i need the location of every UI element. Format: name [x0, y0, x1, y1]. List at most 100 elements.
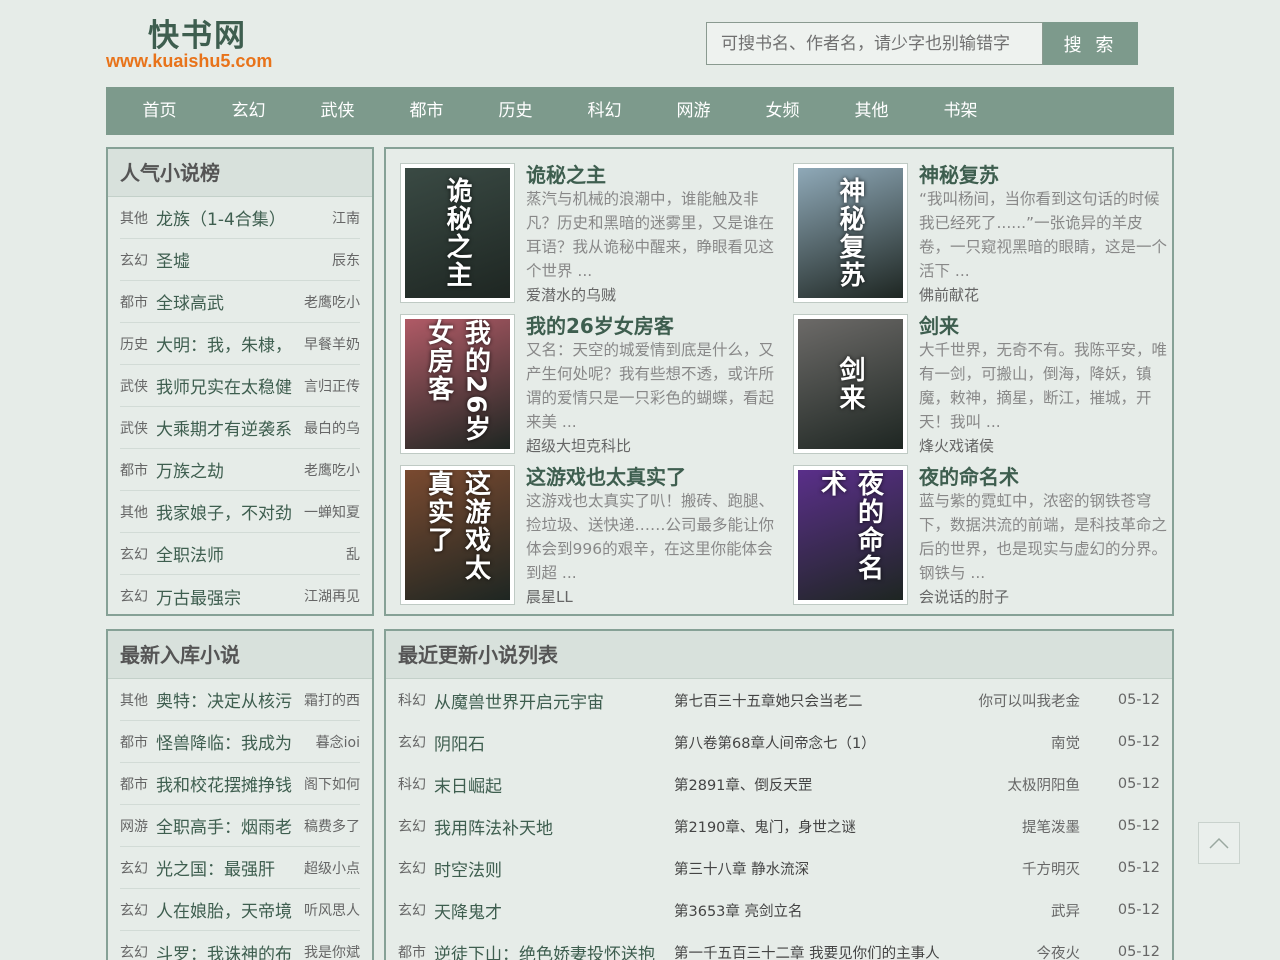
- chapter-link[interactable]: 第七百三十五章她只会当老二: [674, 690, 964, 711]
- chapter-link[interactable]: 第2190章、鬼门，身世之谜: [674, 816, 964, 837]
- book-title-link[interactable]: 全职高手：烟雨老: [156, 813, 300, 838]
- book-title-link[interactable]: 从魔兽世界开启元宇宙: [434, 688, 674, 713]
- category-label[interactable]: 武侠: [120, 418, 156, 438]
- chapter-link[interactable]: 第2891章、倒反天罡: [674, 774, 964, 795]
- category-label[interactable]: 其他: [120, 208, 156, 228]
- nav-item-xuanhuan[interactable]: 玄幻: [204, 87, 293, 135]
- book-title-link[interactable]: 我师兄实在太稳健: [156, 373, 300, 398]
- category-label[interactable]: 玄幻: [120, 586, 156, 606]
- featured-book-author[interactable]: 烽火戏诸侯: [919, 435, 994, 456]
- category-label[interactable]: 科幻: [398, 774, 434, 794]
- nav-item-kehuan[interactable]: 科幻: [560, 87, 649, 135]
- category-label[interactable]: 历史: [120, 334, 156, 354]
- book-title-link[interactable]: 大明：我，朱棣，: [156, 331, 300, 356]
- nav-item-dushi[interactable]: 都市: [382, 87, 471, 135]
- book-cover-image[interactable]: 夜的命名术: [793, 465, 908, 605]
- search-button[interactable]: 搜 索: [1043, 22, 1138, 65]
- category-label[interactable]: 玄幻: [120, 858, 156, 878]
- category-label[interactable]: 都市: [398, 942, 434, 960]
- author-link[interactable]: 老鹰吃小: [300, 292, 360, 312]
- book-title-link[interactable]: 怪兽降临：我成为: [156, 729, 300, 754]
- author-link[interactable]: 今夜火: [964, 942, 1081, 960]
- author-link[interactable]: 江湖再见: [300, 586, 360, 606]
- chapter-link[interactable]: 第一千五百三十二章 我要见你们的主事人: [674, 942, 964, 960]
- nav-item-wuxia[interactable]: 武侠: [293, 87, 382, 135]
- book-title-link[interactable]: 万族之劫: [156, 457, 300, 482]
- author-link[interactable]: 暮念ioi: [300, 732, 360, 752]
- book-title-link[interactable]: 时空法则: [434, 856, 674, 881]
- book-cover-image[interactable]: 这游戏太真实了: [400, 465, 515, 605]
- book-title-link[interactable]: 龙族（1-4合集）: [156, 205, 300, 230]
- book-title-link[interactable]: 斗罗：我诛神的布: [156, 940, 300, 960]
- category-label[interactable]: 都市: [120, 774, 156, 794]
- book-title-link[interactable]: 逆徒下山：绝色娇妻投怀送抱: [434, 940, 674, 960]
- category-label[interactable]: 玄幻: [120, 544, 156, 564]
- featured-book-title[interactable]: 诡秘之主: [526, 159, 606, 188]
- category-label[interactable]: 玄幻: [120, 900, 156, 920]
- category-label[interactable]: 都市: [120, 732, 156, 752]
- category-label[interactable]: 玄幻: [398, 732, 434, 752]
- featured-book-author[interactable]: 会说话的肘子: [919, 586, 1009, 607]
- author-link[interactable]: 乱: [300, 544, 360, 564]
- featured-book-title[interactable]: 神秘复苏: [919, 159, 999, 188]
- author-link[interactable]: 霜打的西: [300, 690, 360, 710]
- book-title-link[interactable]: 全球高武: [156, 289, 300, 314]
- chapter-link[interactable]: 第3653章 亮剑立名: [674, 900, 964, 921]
- author-link[interactable]: 辰东: [300, 250, 360, 270]
- author-link[interactable]: 千方明灭: [964, 858, 1080, 879]
- nav-item-lishi[interactable]: 历史: [471, 87, 560, 135]
- site-url[interactable]: www.kuaishu5.com: [106, 51, 272, 72]
- search-input[interactable]: [706, 22, 1043, 65]
- author-link[interactable]: 超级小点: [300, 858, 360, 878]
- author-link[interactable]: 太极阴阳鱼: [964, 774, 1081, 795]
- book-title-link[interactable]: 全职法师: [156, 541, 300, 566]
- author-link[interactable]: 我是你斌: [300, 942, 360, 960]
- category-label[interactable]: 科幻: [398, 690, 434, 710]
- category-label[interactable]: 玄幻: [398, 900, 434, 920]
- book-title-link[interactable]: 我和校花摆摊挣钱: [156, 771, 300, 796]
- featured-book-author[interactable]: 佛前献花: [919, 284, 979, 305]
- book-cover-image[interactable]: 我的26岁女房客: [400, 314, 515, 454]
- book-title-link[interactable]: 天降鬼才: [434, 898, 674, 923]
- featured-book-author[interactable]: 超级大坦克科比: [526, 435, 631, 456]
- author-link[interactable]: 阁下如何: [300, 774, 360, 794]
- book-title-link[interactable]: 圣墟: [156, 247, 300, 272]
- author-link[interactable]: 稿费多了: [300, 816, 360, 836]
- site-logo-title[interactable]: 快书网: [148, 10, 247, 55]
- category-label[interactable]: 武侠: [120, 376, 156, 396]
- category-label[interactable]: 其他: [120, 690, 156, 710]
- category-label[interactable]: 都市: [120, 292, 156, 312]
- book-title-link[interactable]: 光之国：最强肝: [156, 855, 300, 880]
- featured-book-title[interactable]: 我的26岁女房客: [526, 310, 674, 339]
- featured-book-title[interactable]: 夜的命名术: [919, 461, 1019, 490]
- category-label[interactable]: 玄幻: [398, 816, 434, 836]
- back-to-top-button[interactable]: [1198, 822, 1240, 864]
- book-cover-image[interactable]: 诡秘之主: [400, 163, 515, 303]
- book-title-link[interactable]: 奥特：决定从核污: [156, 687, 300, 712]
- nav-item-qita[interactable]: 其他: [827, 87, 916, 135]
- author-link[interactable]: 提笔泼墨: [964, 816, 1080, 837]
- chapter-link[interactable]: 第八卷第68章人间帝念七（1）: [674, 732, 964, 753]
- author-link[interactable]: 武异: [964, 900, 1080, 921]
- book-title-link[interactable]: 末日崛起: [434, 772, 674, 797]
- nav-item-nvpin[interactable]: 女频: [738, 87, 827, 135]
- book-cover-image[interactable]: 神秘复苏: [793, 163, 908, 303]
- nav-item-bookshelf[interactable]: 书架: [916, 87, 1005, 135]
- author-link[interactable]: 早餐羊奶: [300, 334, 360, 354]
- author-link[interactable]: 听风思人: [300, 900, 360, 920]
- author-link[interactable]: 老鹰吃小: [300, 460, 360, 480]
- author-link[interactable]: 江南: [300, 208, 360, 228]
- featured-book-author[interactable]: 晨星LL: [526, 586, 573, 607]
- featured-book-author[interactable]: 爱潜水的乌贼: [526, 284, 616, 305]
- nav-item-home[interactable]: 首页: [115, 87, 204, 135]
- book-title-link[interactable]: 人在娘胎，天帝境: [156, 897, 300, 922]
- category-label[interactable]: 网游: [120, 816, 156, 836]
- category-label[interactable]: 玄幻: [398, 858, 434, 878]
- featured-book-title[interactable]: 剑来: [919, 310, 959, 339]
- author-link[interactable]: 你可以叫我老金: [964, 690, 1081, 711]
- book-title-link[interactable]: 万古最强宗: [156, 584, 300, 609]
- category-label[interactable]: 其他: [120, 502, 156, 522]
- category-label[interactable]: 玄幻: [120, 942, 156, 960]
- nav-item-wangyou[interactable]: 网游: [649, 87, 738, 135]
- book-cover-image[interactable]: 剑来: [793, 314, 908, 454]
